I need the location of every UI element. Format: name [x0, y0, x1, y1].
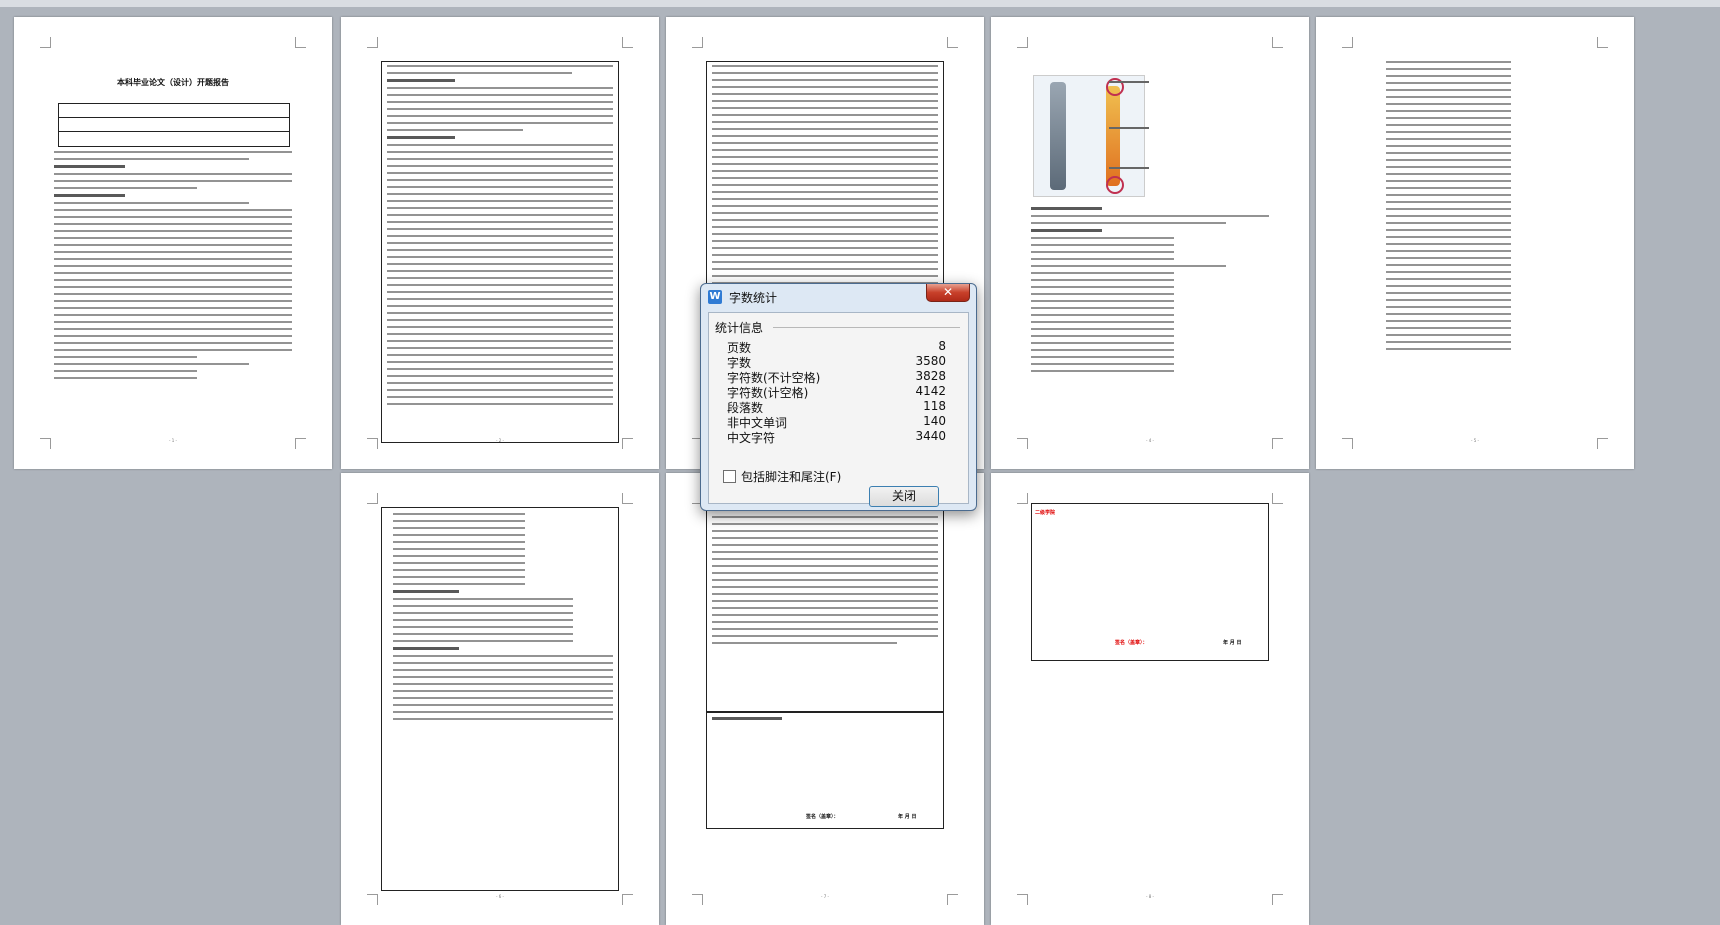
- section-divider: [773, 327, 960, 328]
- figure-label: [1109, 167, 1149, 169]
- include-footnotes-label[interactable]: 包括脚注和尾注(F): [741, 468, 841, 485]
- document-page-7[interactable]: 签名（盖章）： 年 月 日 - 7 -: [666, 473, 984, 925]
- wps-writer-icon: W: [708, 290, 722, 304]
- stat-row-paragraphs: 段落数 118: [727, 399, 946, 415]
- page-number: - 4 -: [1146, 438, 1154, 443]
- figure-label: [1109, 81, 1149, 83]
- top-toolbar-strip: [0, 0, 1720, 7]
- college-label: 二级学院: [1035, 510, 1056, 516]
- stat-row-non-chinese-words: 非中文单词 140: [727, 414, 946, 430]
- stat-value: 3440: [915, 429, 946, 443]
- document-page-5[interactable]: - 5 -: [1316, 17, 1634, 469]
- page-text: [712, 509, 938, 649]
- crop-mark: [947, 37, 958, 48]
- close-button[interactable]: 关闭: [869, 486, 939, 507]
- document-page-6[interactable]: - 6 -: [341, 473, 659, 925]
- college-date: 年 月 日: [1223, 640, 1242, 646]
- word-count-dialog[interactable]: W 字数统计 ✕ 统计信息 页数 8 字数 3580 字符数(不计空格) 382…: [700, 283, 977, 511]
- crop-mark: [1017, 37, 1028, 48]
- page-number: - 7 -: [821, 894, 829, 899]
- crop-mark: [1272, 493, 1283, 504]
- stat-value: 8: [938, 339, 946, 353]
- crop-mark: [367, 493, 378, 504]
- advisor-comment-box: [706, 711, 944, 829]
- shock-absorber-figure: [1033, 75, 1145, 197]
- crop-mark: [1342, 37, 1353, 48]
- crop-mark: [295, 37, 306, 48]
- dialog-title: 字数统计: [729, 291, 778, 305]
- stat-value: 3580: [915, 354, 946, 368]
- crop-mark: [692, 37, 703, 48]
- stat-value: 3828: [915, 369, 946, 383]
- page-text: [1386, 61, 1594, 355]
- document-page-1[interactable]: 本科毕业论文（设计）开题报告 - 1 -: [14, 17, 332, 469]
- info-table: [58, 103, 290, 147]
- page-title: 本科毕业论文（设计）开题报告: [117, 78, 229, 87]
- dialog-body: 统计信息 页数 8 字数 3580 字符数(不计空格) 3828 字符数(计空格…: [708, 312, 969, 507]
- page-number: - 6 -: [496, 894, 504, 899]
- stat-row-pages: 页数 8: [727, 339, 946, 355]
- college-signature: 签名（盖章）：: [1115, 640, 1148, 646]
- crop-mark: [1017, 493, 1028, 504]
- advisor-date: 年 月 日: [898, 814, 917, 820]
- crop-mark: [622, 37, 633, 48]
- college-comment-box: [1031, 503, 1269, 661]
- page-text: [387, 65, 613, 410]
- document-page-4[interactable]: - 4 -: [991, 17, 1309, 469]
- crop-mark: [1597, 37, 1608, 48]
- stat-row-chinese-chars: 中文字符 3440: [727, 429, 946, 445]
- close-icon[interactable]: ✕: [926, 284, 970, 302]
- dialog-titlebar[interactable]: W 字数统计 ✕: [701, 284, 976, 310]
- figure-label: [1109, 127, 1149, 129]
- advisor-comment-heading: [712, 717, 944, 725]
- page-number: - 5 -: [1471, 438, 1479, 443]
- stat-value: 4142: [915, 384, 946, 398]
- page-number: - 1 -: [169, 438, 177, 443]
- page-text: [1031, 207, 1269, 377]
- stat-value: 118: [923, 399, 946, 413]
- crop-mark: [622, 493, 633, 504]
- page-number: - 2 -: [496, 438, 504, 443]
- crop-mark: [367, 37, 378, 48]
- stat-row-chars-with-spaces: 字符数(计空格) 4142: [727, 384, 946, 400]
- stat-row-chars-no-spaces: 字符数(不计空格) 3828: [727, 369, 946, 385]
- crop-mark: [1272, 37, 1283, 48]
- stat-row-words: 字数 3580: [727, 354, 946, 370]
- page-text: [393, 513, 613, 725]
- advisor-signature: 签名（盖章）：: [806, 814, 839, 820]
- stat-value: 140: [923, 414, 946, 428]
- page-text: [54, 151, 292, 384]
- document-page-2[interactable]: - 2 -: [341, 17, 659, 469]
- include-footnotes-checkbox[interactable]: [723, 470, 736, 483]
- stats-section-label: 统计信息: [715, 321, 764, 335]
- page-number: - 8 -: [1146, 894, 1154, 899]
- crop-mark: [40, 37, 51, 48]
- stat-label: 中文字符: [727, 431, 776, 445]
- document-page-8[interactable]: 二级学院 签名（盖章）： 年 月 日 - 8 -: [991, 473, 1309, 925]
